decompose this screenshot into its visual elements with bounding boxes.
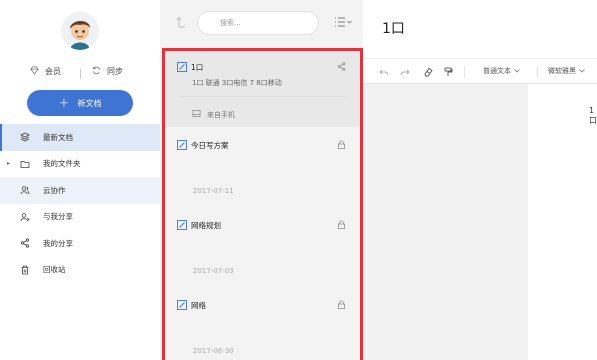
toolbar-divider [464,66,465,78]
list-item[interactable]: 网络规划 2017-07-03 [165,209,360,287]
lock-icon[interactable] [337,140,346,149]
sidebar-item-label: 最新文档 [43,132,73,142]
caret-right-icon[interactable]: ▸ [7,160,10,167]
editor-body-text[interactable]: 1口 [589,106,597,126]
sidebar: 会员 同步 + 新文档 最新文档 ▸ 我的文件夹 云协作 与我分享 我的分享 回… [0,0,160,360]
sidebar-item-cloud-collab[interactable]: 云协作 [0,177,160,204]
source-label: 来自手机 [207,110,235,119]
redo-icon[interactable] [400,67,410,77]
trash-icon [20,265,30,275]
document-date: 2017-07-03 [193,267,234,275]
format-painter-icon[interactable] [443,67,453,77]
sidebar-item-my-folders[interactable]: ▸ 我的文件夹 [0,151,160,178]
separator [177,96,348,97]
editor-page[interactable]: 1口 [528,84,597,360]
user-share-icon [20,212,30,222]
document-date: 2017-06-30 [193,347,234,355]
eraser-icon[interactable] [423,67,433,77]
lock-icon[interactable] [337,300,346,309]
editor-canvas: 1口 [363,84,597,360]
lock-icon[interactable] [337,220,346,229]
sidebar-item-recent[interactable]: 最新文档 [0,124,160,151]
share-icon[interactable] [337,62,346,71]
editor-toolbar: 普通文本 微软雅黑 [363,58,597,84]
document-edit-icon [177,140,187,150]
phone-icon [192,109,201,120]
users-icon [20,185,30,195]
sidebar-item-trash[interactable]: 回收站 [0,257,160,284]
document-edit-icon [177,300,187,310]
sidebar-item-label: 我的文件夹 [43,159,81,169]
vip-button[interactable]: 会员 [30,66,61,77]
list-item[interactable]: 今日写方案 2017-07-11 [165,129,360,207]
document-list: 1口 1口 联通 3口电信 7 8口移动 来自手机 今日写方案 2017-07-… [162,48,363,360]
document-source: 来自手机 [192,109,235,120]
share-icon [20,238,30,248]
document-list-panel: 搜索... 1口 1口 联通 3口电信 7 8口移动 来自手机 今日写方案 20… [160,0,363,360]
editor-title[interactable]: 1口 [382,18,405,38]
search-placeholder: 搜索... [220,19,241,27]
plus-icon: + [58,95,70,111]
sidebar-item-my-shares[interactable]: 我的分享 [0,230,160,257]
sidebar-item-label: 回收站 [43,265,66,275]
document-date: 2017-07-11 [193,187,234,195]
document-title: 今日写方案 [191,141,229,150]
vip-label: 会员 [45,67,61,76]
paragraph-style-value: 普通文本 [483,67,511,75]
document-title: 网络规划 [191,221,221,230]
list-item[interactable]: 网络 2017-06-30 [165,289,360,360]
sync-label: 同步 [107,67,123,76]
chevron-down-icon [514,67,520,75]
toolbar-divider [537,66,538,78]
sidebar-item-shared-with-me[interactable]: 与我分享 [0,204,160,231]
list-view-icon[interactable] [334,16,352,28]
sidebar-item-label: 云协作 [43,185,66,195]
new-document-label: 新文档 [77,98,102,108]
document-edit-icon [177,62,187,72]
sync-button[interactable]: 同步 [92,66,123,77]
sidebar-item-label: 我的分享 [43,238,73,248]
paragraph-style-select[interactable]: 普通文本 [483,66,520,76]
document-title: 网络 [191,301,206,310]
layers-icon [20,132,30,142]
chevron-down-icon [579,67,585,75]
editor-panel: 1口 普通文本 微软雅黑 1口 [363,0,597,360]
folder-icon [20,159,30,169]
back-arrow-icon[interactable] [176,16,186,28]
document-edit-icon [177,220,187,230]
account-meta-row: 会员 同步 [0,66,160,82]
sync-icon [92,66,101,77]
avatar[interactable] [61,12,99,50]
sidebar-item-label: 与我分享 [43,212,73,222]
document-snippet: 1口 联通 3口电信 7 8口移动 [192,79,282,87]
meta-divider [80,69,81,79]
undo-icon[interactable] [379,67,389,77]
font-family-select[interactable]: 微软雅黑 [548,66,585,76]
diamond-icon [30,66,39,77]
list-topbar: 搜索... [160,0,363,46]
new-document-button[interactable]: + 新文档 [27,90,133,116]
search-input[interactable]: 搜索... [197,11,319,35]
font-family-value: 微软雅黑 [548,67,576,75]
sidebar-nav: 最新文档 ▸ 我的文件夹 云协作 与我分享 我的分享 回收站 [0,124,160,283]
document-title: 1口 [191,63,204,72]
list-item[interactable]: 1口 1口 联通 3口电信 7 8口移动 来自手机 [165,51,360,127]
